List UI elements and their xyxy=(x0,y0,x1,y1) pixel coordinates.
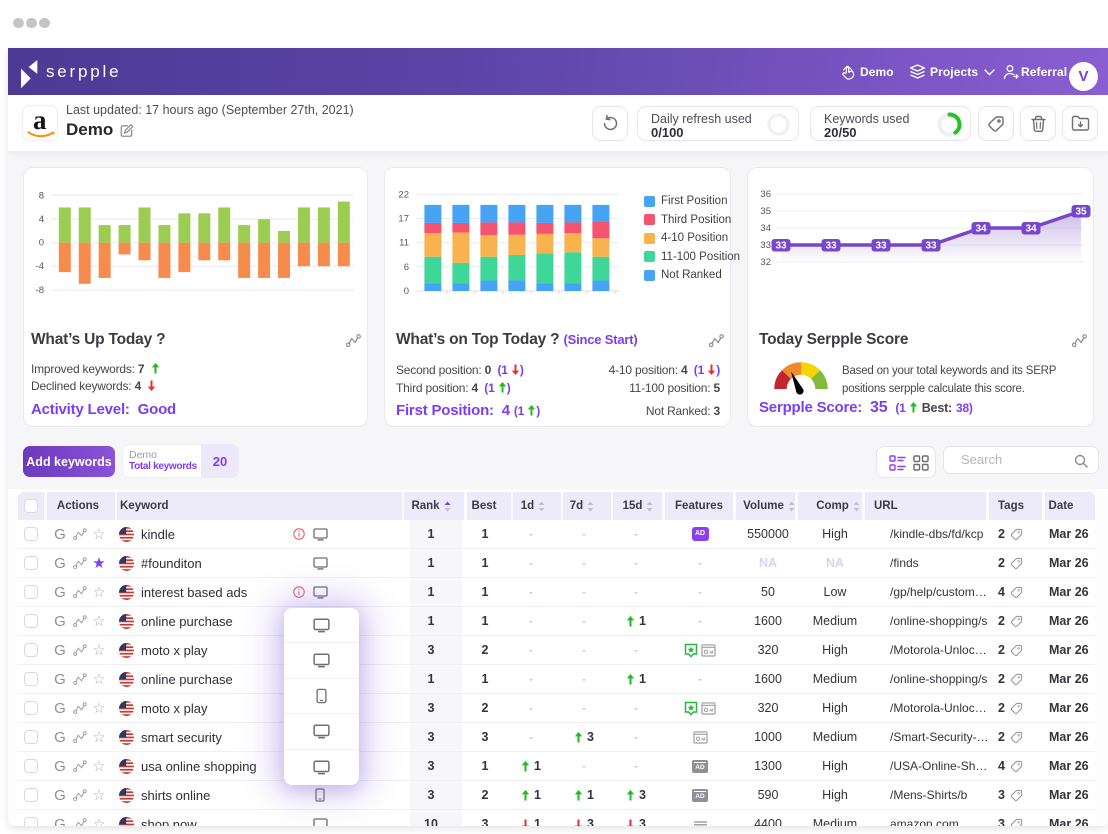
svg-text:0: 0 xyxy=(404,286,409,297)
svg-text:35: 35 xyxy=(1075,207,1087,218)
svg-text:36: 36 xyxy=(760,189,771,200)
svg-text:33: 33 xyxy=(925,241,937,252)
svg-text:-4: -4 xyxy=(36,261,44,272)
svg-text:32: 32 xyxy=(760,257,771,268)
svg-text:34: 34 xyxy=(1025,224,1037,235)
svg-text:11: 11 xyxy=(399,238,409,249)
svg-text:8: 8 xyxy=(39,190,44,201)
svg-text:34: 34 xyxy=(975,224,987,235)
svg-text:-8: -8 xyxy=(36,285,44,296)
svg-text:33: 33 xyxy=(775,241,787,252)
svg-text:34: 34 xyxy=(760,223,771,234)
svg-text:33: 33 xyxy=(760,240,771,251)
svg-text:35: 35 xyxy=(760,206,771,217)
svg-text:6: 6 xyxy=(404,262,409,273)
svg-text:33: 33 xyxy=(875,241,887,252)
svg-text:4: 4 xyxy=(39,214,44,225)
svg-text:33: 33 xyxy=(825,241,837,252)
svg-text:0: 0 xyxy=(39,238,44,249)
svg-text:22: 22 xyxy=(398,189,409,200)
svg-text:17: 17 xyxy=(398,214,409,225)
